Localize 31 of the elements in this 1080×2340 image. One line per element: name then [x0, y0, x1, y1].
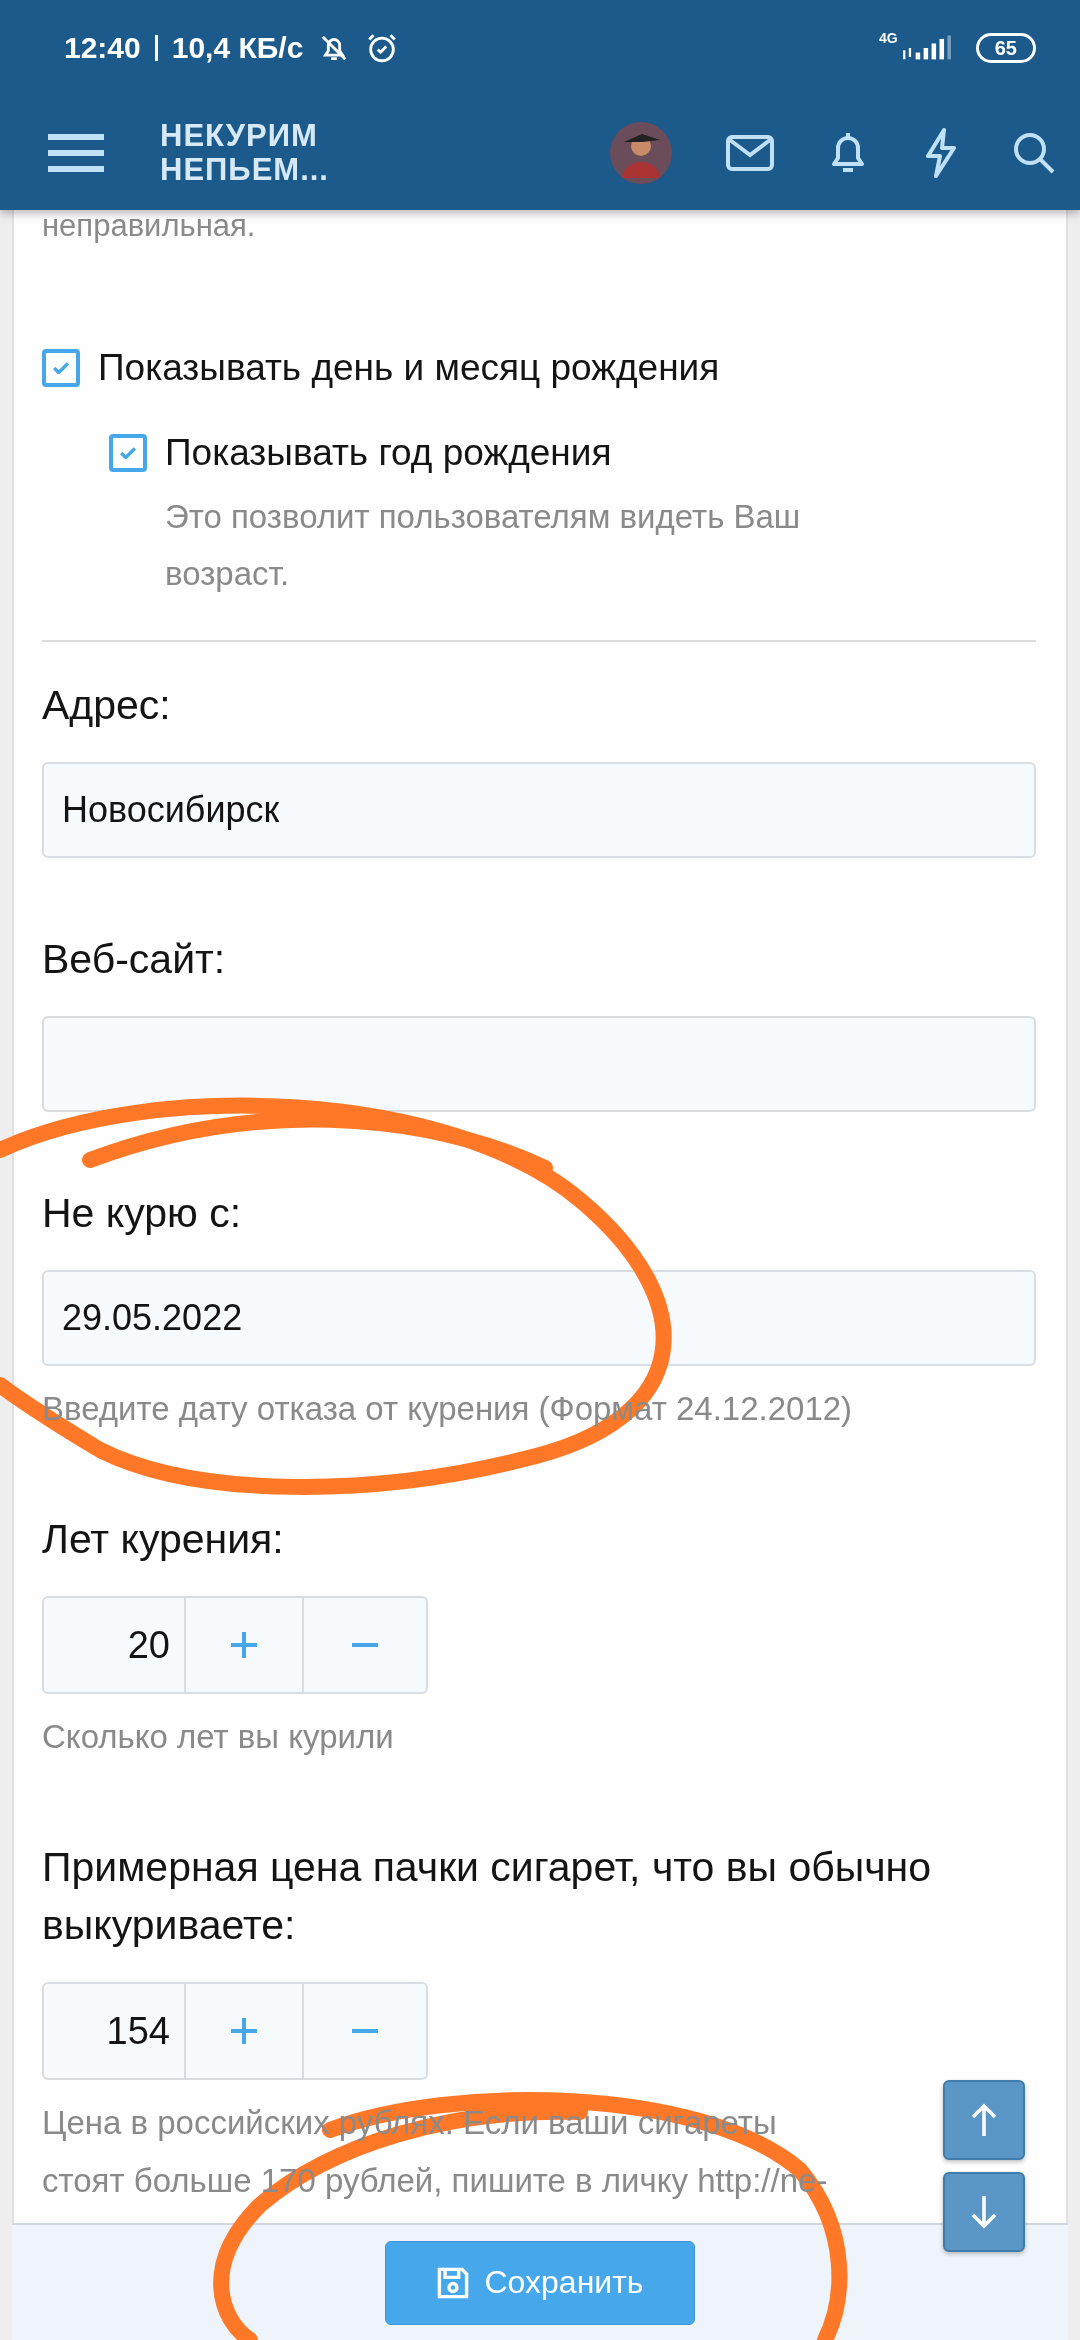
- status-time: 12:40: [64, 30, 141, 65]
- scroll-up-button[interactable]: [943, 2080, 1025, 2160]
- mail-icon[interactable]: [726, 134, 774, 171]
- network-type: 4G: [879, 30, 898, 46]
- hint-text: Это позволит пользователям видеть Ваш возраст.: [165, 497, 802, 594]
- arrow-up-icon: [969, 2102, 999, 2138]
- menu-icon[interactable]: [46, 132, 106, 173]
- checkbox[interactable]: [109, 434, 147, 472]
- site-title[interactable]: НЕКУРИМ НЕПЬЕМ...: [160, 118, 400, 187]
- hint-text: Сколько лет вы курили: [42, 1717, 395, 1757]
- checkbox[interactable]: [42, 349, 80, 387]
- field-label: Веб-сайт:: [42, 935, 226, 984]
- battery-indicator: 65: [975, 32, 1036, 63]
- field-label: Лет курения:: [42, 1515, 284, 1564]
- checkmark-icon: [53, 362, 69, 374]
- checkbox-label[interactable]: Показывать год рождения: [165, 432, 612, 474]
- avatar-icon[interactable]: [610, 121, 672, 184]
- hint-text: неправильная.: [42, 210, 257, 245]
- network-speed: 10,4 КБ/с: [171, 30, 304, 65]
- scroll-down-button[interactable]: [943, 2172, 1025, 2252]
- field-label: Адрес:: [42, 681, 171, 730]
- arrow-down-icon: [969, 2194, 999, 2230]
- checkmark-icon: [120, 447, 136, 459]
- field-label: Не курю с:: [42, 1189, 242, 1238]
- search-icon[interactable]: [1012, 130, 1056, 175]
- input-field[interactable]: Новосибирск: [42, 762, 1036, 858]
- input-field[interactable]: [42, 1016, 1036, 1112]
- input-field[interactable]: 29.05.2022: [42, 1270, 1036, 1366]
- checkbox-label[interactable]: Показывать день и месяц рождения: [98, 347, 720, 389]
- signal-icon: [901, 33, 952, 62]
- field-label: Примерная цена пачки сигарет, что вы обычно выкуриваете:: [42, 1843, 932, 1950]
